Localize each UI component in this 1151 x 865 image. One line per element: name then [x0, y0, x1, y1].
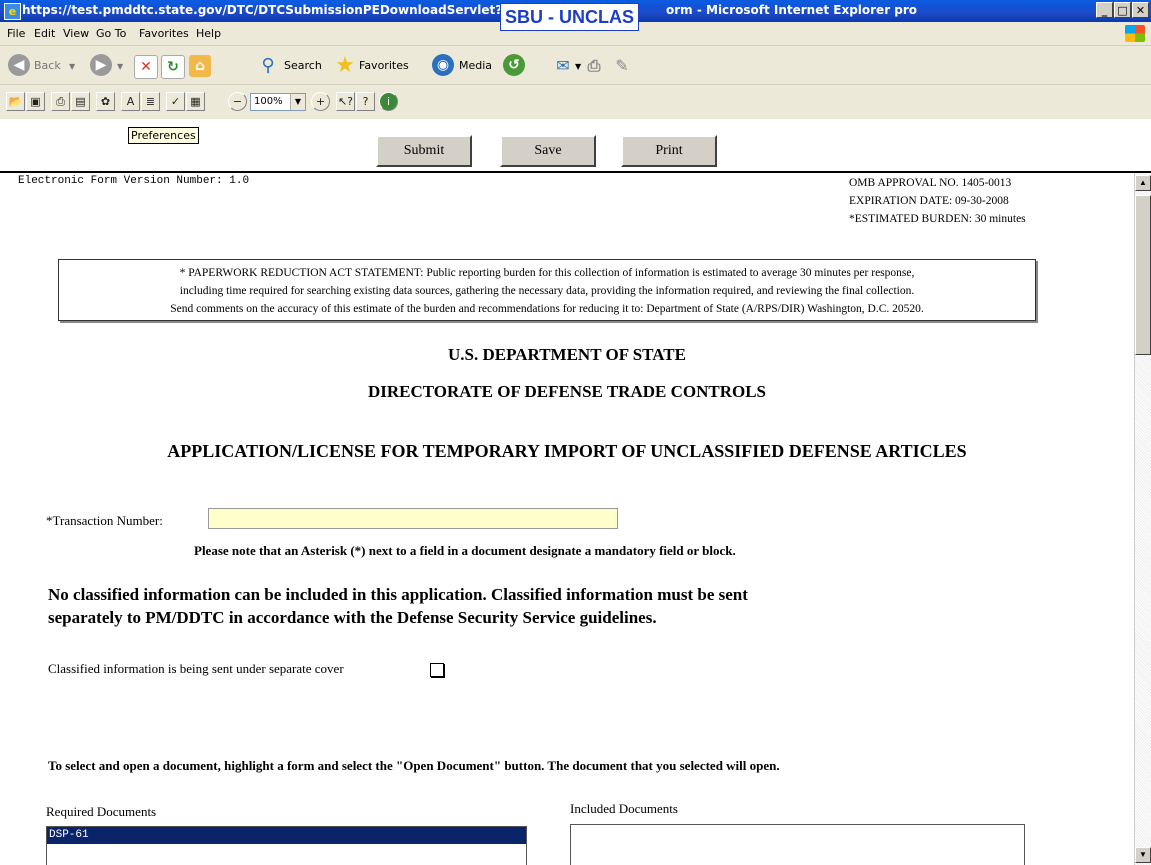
zoom-out-icon[interactable]: − [228, 92, 247, 111]
directorate-heading: DIRECTORATE OF DEFENSE TRADE CONTROLS [367, 382, 766, 401]
open-folder-icon[interactable]: 📂 [6, 92, 25, 111]
department-heading: U.S. DEPARTMENT OF STATE [448, 345, 686, 364]
warning-line-1: No classified information can be include… [48, 585, 748, 604]
form-version-value: 1.0 [229, 175, 250, 187]
form-version-label: Electronic Form Version Number: [18, 175, 223, 187]
form-action-bar: Preferences Submit Save Print [0, 119, 1151, 173]
classified-warning: No classified information can be include… [48, 583, 948, 629]
form-toolbar: 📂 ▣ ⎙ ▤ ✿ A ≣ ✓ ▦ − 100% ▼ + ↖? ? i [0, 85, 1151, 120]
media-icon[interactable]: ◉ [432, 54, 454, 76]
omb-approval: OMB APPROVAL NO. 1405-0013 [849, 177, 1012, 189]
about-icon[interactable]: i [379, 92, 398, 111]
pra-line-1: * PAPERWORK REDUCTION ACT STATEMENT: Pub… [179, 267, 915, 279]
edit-icon[interactable]: ✎ [611, 55, 633, 77]
pra-line-2: including time required for searching ex… [179, 285, 915, 297]
warning-line-2: separately to PM/DDTC in accordance with… [48, 608, 657, 627]
menu-view[interactable]: View [63, 27, 89, 40]
minimize-button[interactable]: _ [1096, 2, 1113, 18]
estimated-burden: *ESTIMATED BURDEN: 30 minutes [849, 213, 1026, 225]
media-button[interactable]: Media [459, 59, 492, 72]
paperwork-statement: * PAPERWORK REDUCTION ACT STATEMENT: Pub… [58, 259, 1036, 321]
back-button[interactable]: Back [34, 59, 61, 72]
preferences-icon[interactable]: ✿ [96, 92, 115, 111]
zoom-in-icon[interactable]: + [311, 92, 330, 111]
asterisk-note: Please note that an Asterisk (*) next to… [194, 543, 736, 558]
mail-icon[interactable]: ✉ [552, 55, 574, 77]
open-document-instructions: To select and open a document, highlight… [48, 758, 780, 773]
print-icon[interactable]: ⎙ [583, 55, 605, 77]
zoom-value: 100% [254, 96, 283, 107]
mail-dropdown-icon[interactable]: ▼ [575, 62, 581, 71]
window-title-url: https://test.pmddtc.state.gov/DTC/DTCSub… [22, 3, 518, 17]
pra-line-3: Send comments on the accuracy of this es… [170, 303, 924, 315]
menu-favorites[interactable]: Favorites [139, 27, 189, 40]
print-form-icon[interactable]: ⎙ [51, 92, 70, 111]
list-item[interactable]: DSP-61 [47, 827, 526, 844]
windows-logo-icon [1125, 25, 1145, 42]
search-icon[interactable]: ⚲ [257, 55, 279, 77]
menu-help[interactable]: Help [196, 27, 221, 40]
scroll-down-icon[interactable]: ▼ [1135, 847, 1151, 863]
font-icon[interactable]: A [121, 92, 140, 111]
menu-file[interactable]: File [7, 27, 25, 40]
ie-icon: e [4, 3, 21, 20]
classification-banner: SBU - UNCLAS [500, 3, 639, 31]
included-documents-label: Included Documents [570, 801, 678, 816]
form-fields-icon[interactable]: ▦ [186, 92, 205, 111]
print-button[interactable]: Print [621, 135, 717, 167]
favorites-button[interactable]: Favorites [359, 59, 409, 72]
submit-button[interactable]: Submit [376, 135, 472, 167]
spellcheck-icon[interactable]: ✓ [166, 92, 185, 111]
favorites-star-icon[interactable]: ★ [334, 55, 356, 77]
whats-this-icon[interactable]: ↖? [336, 92, 355, 111]
save-disk-icon[interactable]: ▣ [26, 92, 45, 111]
maximize-button[interactable]: □ [1114, 2, 1131, 18]
back-arrow-icon[interactable]: ◀ [8, 54, 30, 76]
back-dropdown-icon[interactable]: ▼ [69, 62, 75, 71]
form-document: Electronic Form Version Number: 1.0 OMB … [0, 173, 1134, 865]
form-version: Electronic Form Version Number: 1.0 [18, 175, 249, 187]
standard-toolbar: ◀ Back ▼ ▶ ▼ ✕ ↻ ⌂ ⚲ Search ★ Favorites … [0, 46, 1151, 85]
transaction-number-label: *Transaction Number: [46, 513, 163, 528]
classified-cover-label: Classified information is being sent und… [48, 661, 344, 676]
omb-block: OMB APPROVAL NO. 1405-0013 EXPIRATION DA… [849, 174, 1026, 228]
paragraph-icon[interactable]: ≣ [141, 92, 160, 111]
zoom-select[interactable]: 100% ▼ [250, 93, 306, 111]
stop-icon[interactable]: ✕ [134, 55, 158, 79]
home-icon[interactable]: ⌂ [189, 55, 211, 77]
history-icon[interactable]: ↺ [503, 54, 525, 76]
application-title: APPLICATION/LICENSE FOR TEMPORARY IMPORT… [167, 441, 967, 461]
menu-edit[interactable]: Edit [34, 27, 55, 40]
included-documents-list[interactable] [570, 824, 1025, 865]
required-documents-label: Required Documents [46, 804, 157, 819]
expiration-date: EXPIRATION DATE: 09-30-2008 [849, 195, 1009, 207]
window-title-app: orm - Microsoft Internet Explorer pro [666, 3, 918, 17]
save-button[interactable]: Save [500, 135, 596, 167]
forward-dropdown-icon[interactable]: ▼ [117, 62, 123, 71]
page-view-icon[interactable]: ▤ [71, 92, 90, 111]
forward-arrow-icon[interactable]: ▶ [90, 54, 112, 76]
refresh-icon[interactable]: ↻ [161, 55, 185, 79]
vertical-scrollbar[interactable]: ▲ ▼ [1134, 173, 1151, 865]
help-icon[interactable]: ? [356, 92, 375, 111]
scroll-thumb[interactable] [1135, 195, 1151, 355]
required-documents-list[interactable]: DSP-61 [46, 826, 527, 865]
transaction-number-input[interactable] [208, 508, 618, 529]
menu-goto[interactable]: Go To [96, 27, 126, 40]
chevron-down-icon: ▼ [290, 94, 305, 110]
close-button[interactable]: ✕ [1132, 2, 1149, 18]
scroll-up-icon[interactable]: ▲ [1135, 175, 1151, 191]
search-button[interactable]: Search [284, 59, 322, 72]
preferences-tooltip: Preferences [128, 127, 199, 144]
classified-cover-checkbox[interactable] [430, 663, 444, 677]
